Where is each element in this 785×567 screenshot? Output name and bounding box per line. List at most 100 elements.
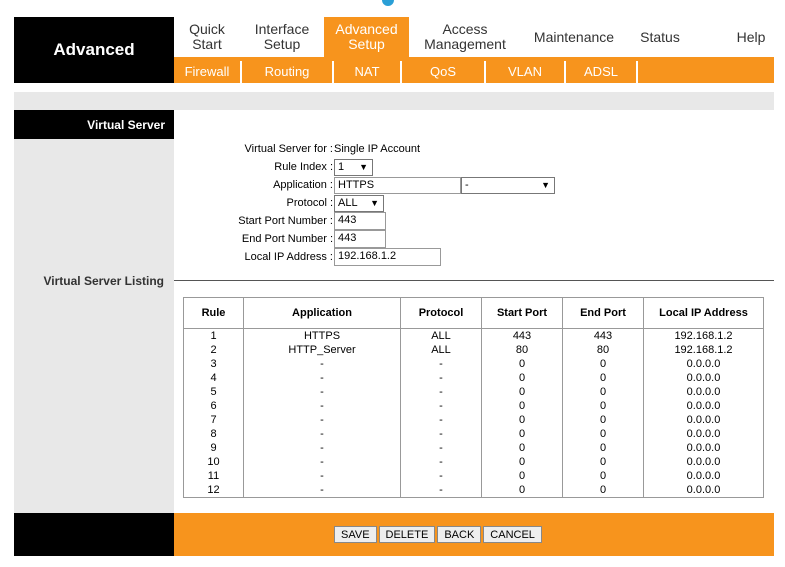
- delete-button[interactable]: DELETE: [378, 526, 436, 543]
- table-cell: 3: [183, 357, 244, 371]
- virtual-server-for-value: Single IP Account: [334, 143, 421, 155]
- nav-status[interactable]: Status: [627, 17, 693, 57]
- table-cell: 0: [562, 385, 644, 399]
- table-cell: 12: [183, 483, 244, 498]
- table-cell: -: [400, 385, 482, 399]
- end-port-input[interactable]: 443: [334, 230, 386, 248]
- table-cell: 0.0.0.0: [643, 483, 764, 498]
- nav-label: Status: [640, 28, 680, 45]
- table-cell: -: [400, 427, 482, 441]
- table-row: 12- -0 0 0.0.0.0: [183, 483, 764, 498]
- nav-label: Interface Setup: [254, 21, 310, 52]
- table-cell: 0: [481, 357, 563, 371]
- table-cell: ALL: [400, 328, 482, 343]
- table-cell: 0: [481, 441, 563, 455]
- protocol-select[interactable]: ALL ▼: [334, 195, 384, 212]
- virtual-server-table: Rule Application Protocol Start Port End…: [183, 297, 764, 498]
- table-row: 8- -0 0 0.0.0.0: [183, 427, 764, 441]
- listing-title: Virtual Server Listing: [43, 274, 165, 288]
- application-select[interactable]: - ▼: [461, 177, 555, 194]
- table-cell: 11: [183, 469, 244, 483]
- col-application: Application: [243, 297, 401, 329]
- table-cell: 0.0.0.0: [643, 455, 764, 469]
- virtual-server-for-label: Virtual Server for :: [244, 143, 333, 155]
- application-select-value: -: [465, 179, 469, 191]
- table-cell: 0: [481, 483, 563, 498]
- table-cell: HTTP_Server: [243, 343, 401, 357]
- table-cell: 192.168.1.2: [643, 328, 764, 343]
- nav-interface-setup[interactable]: Interface Setup: [240, 17, 324, 57]
- nav-label: Access Management: [424, 21, 506, 52]
- nav-help[interactable]: Help: [714, 17, 785, 57]
- nav-label: Advanced Setup: [335, 21, 398, 52]
- nav-label: Maintenance: [533, 28, 615, 45]
- sub-nav: Firewall Routing NAT QoS VLAN ADSL: [174, 57, 774, 83]
- cancel-button[interactable]: CANCEL: [483, 526, 542, 543]
- table-cell: 1: [183, 328, 244, 343]
- rule-index-label: Rule Index :: [274, 161, 333, 173]
- table-cell: 80: [562, 343, 644, 357]
- table-cell: 443: [562, 328, 644, 343]
- table-cell: 0: [481, 469, 563, 483]
- table-cell: -: [243, 385, 401, 399]
- back-button[interactable]: BACK: [437, 526, 482, 543]
- save-button[interactable]: SAVE: [334, 526, 377, 543]
- subnav-qos[interactable]: QoS: [402, 61, 484, 81]
- col-end-port: End Port: [562, 297, 644, 329]
- end-port-label: End Port Number :: [241, 233, 333, 245]
- start-port-label: Start Port Number :: [238, 215, 333, 227]
- subnav-routing[interactable]: Routing: [242, 61, 332, 81]
- table-cell: 0: [562, 371, 644, 385]
- table-cell: 0: [562, 483, 644, 498]
- subnav-firewall[interactable]: Firewall: [174, 61, 240, 81]
- table-cell: ALL: [400, 343, 482, 357]
- table-cell: 0: [562, 399, 644, 413]
- table-cell: HTTPS: [243, 328, 401, 343]
- nav-advanced-setup[interactable]: Advanced Setup: [324, 17, 409, 57]
- table-cell: -: [243, 455, 401, 469]
- table-row: 6- -0 0 0.0.0.0: [183, 399, 764, 413]
- table-cell: -: [243, 427, 401, 441]
- table-cell: -: [243, 399, 401, 413]
- table-cell: 192.168.1.2: [643, 343, 764, 357]
- table-cell: 80: [481, 343, 563, 357]
- table-cell: 2: [183, 343, 244, 357]
- local-ip-input[interactable]: 192.168.1.2: [334, 248, 441, 266]
- subnav-divider: [636, 61, 638, 83]
- protocol-value: ALL: [338, 197, 358, 209]
- table-row: 5- -0 0 0.0.0.0: [183, 385, 764, 399]
- table-row: 2 HTTP_Server ALL 80 80 192.168.1.2: [183, 343, 764, 357]
- table-cell: -: [400, 469, 482, 483]
- table-row: 3- -0 0 0.0.0.0: [183, 357, 764, 371]
- application-input[interactable]: HTTPS: [334, 177, 461, 194]
- table-cell: -: [243, 413, 401, 427]
- table-cell: 9: [183, 441, 244, 455]
- nav-maintenance[interactable]: Maintenance: [521, 17, 627, 57]
- table-cell: 0: [481, 371, 563, 385]
- nav-access-management[interactable]: Access Management: [409, 17, 521, 57]
- dropdown-arrow-icon: ▼: [359, 162, 368, 172]
- subnav-adsl[interactable]: ADSL: [566, 61, 636, 81]
- table-cell: 0: [562, 441, 644, 455]
- dropdown-arrow-icon: ▼: [541, 180, 550, 190]
- nav-label: Help: [736, 28, 766, 45]
- table-cell: 8: [183, 427, 244, 441]
- table-cell: 0.0.0.0: [643, 371, 764, 385]
- table-row: 11- -0 0 0.0.0.0: [183, 469, 764, 483]
- top-strip: [0, 0, 785, 6]
- table-cell: 6: [183, 399, 244, 413]
- table-body: 1 HTTPS ALL 443 443 192.168.1.2 2 HTTP_Server AL…: [183, 328, 764, 498]
- section-divider: [174, 280, 774, 281]
- table-cell: -: [243, 371, 401, 385]
- table-cell: 0: [481, 427, 563, 441]
- subnav-nat[interactable]: NAT: [334, 61, 400, 81]
- table-cell: 10: [183, 455, 244, 469]
- rule-index-select[interactable]: 1 ▼: [334, 159, 373, 176]
- table-cell: 0: [562, 455, 644, 469]
- start-port-input[interactable]: 443: [334, 212, 386, 230]
- nav-quick-start[interactable]: Quick Start: [174, 17, 240, 57]
- table-cell: 0: [481, 399, 563, 413]
- footer-left: [14, 513, 174, 556]
- table-cell: -: [400, 441, 482, 455]
- subnav-vlan[interactable]: VLAN: [486, 61, 564, 81]
